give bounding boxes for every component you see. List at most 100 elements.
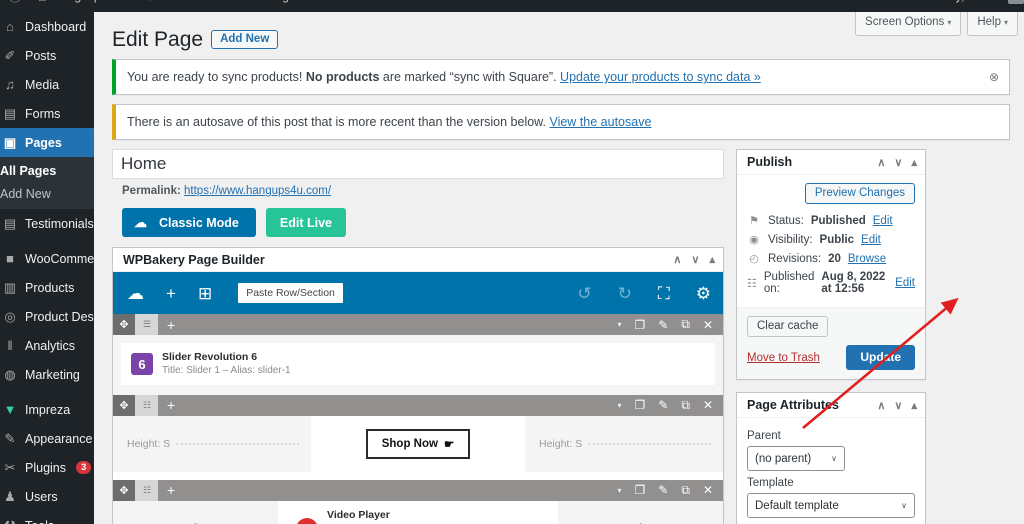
column-left[interactable]: + bbox=[113, 500, 278, 524]
sidebar-item-products[interactable]: ▥ Products bbox=[0, 273, 94, 302]
sidebar-item-analytics[interactable]: ‖ Analytics bbox=[0, 331, 94, 360]
drag-handle-icon[interactable]: ✥ bbox=[113, 479, 135, 501]
add-template-icon[interactable]: ⊞ bbox=[198, 285, 212, 302]
row-dropdown-icon[interactable]: ▾ bbox=[618, 486, 622, 495]
column-left[interactable]: Height: S bbox=[113, 415, 311, 472]
admin-bar-new[interactable]: + New bbox=[174, 0, 228, 12]
template-select[interactable]: Default template ∨ bbox=[747, 493, 915, 519]
element-video-player[interactable]: ▶ Video Player Video link: https://www.y… bbox=[286, 501, 550, 524]
edit-pencil-icon[interactable]: ✎ bbox=[658, 398, 668, 412]
admin-bar-site-name[interactable]: ⌂ Hang Ups 4 U bbox=[30, 0, 138, 12]
sidebar-item-woocommerce[interactable]: ■ WooCommerce bbox=[0, 244, 94, 273]
column-middle[interactable]: ▶ Video Player Video link: https://www.y… bbox=[286, 500, 550, 524]
move-to-trash-link[interactable]: Move to Trash bbox=[747, 352, 820, 364]
add-new-button[interactable]: Add New bbox=[211, 30, 279, 50]
publish-row-action[interactable]: Edit bbox=[895, 277, 915, 289]
copy-icon[interactable]: ❐ bbox=[635, 483, 646, 497]
post-title-input[interactable] bbox=[112, 149, 724, 180]
move-up-icon[interactable]: ∧ bbox=[877, 156, 885, 169]
drag-handle-icon[interactable]: ✥ bbox=[113, 394, 135, 416]
move-down-icon[interactable]: ∨ bbox=[894, 399, 902, 412]
add-element-icon[interactable]: + bbox=[558, 516, 723, 524]
notice-link-view-autosave[interactable]: View the autosave bbox=[549, 115, 651, 129]
sidebar-item-marketing[interactable]: ◍ Marketing bbox=[0, 360, 94, 389]
sidebar-item-appearance[interactable]: ✎ Appearance bbox=[0, 424, 94, 453]
add-element-icon[interactable]: + bbox=[166, 285, 176, 302]
redo-icon[interactable]: ↻ bbox=[618, 285, 632, 302]
clear-cache-button[interactable]: Clear cache bbox=[747, 316, 829, 338]
column-layout-icon[interactable]: ☷ bbox=[135, 394, 158, 416]
admin-bar-account[interactable]: Howdy, admin bbox=[924, 0, 1024, 4]
delete-icon[interactable]: ✕ bbox=[703, 398, 713, 412]
admin-bar-wp-rocket[interactable]: WP Rocket bbox=[304, 0, 382, 12]
column-layout-icon[interactable]: ☷ bbox=[135, 479, 158, 501]
sidebar-item-pages[interactable]: ▣ Pages bbox=[0, 128, 94, 157]
sidebar-item-dashboard[interactable]: ⌂ Dashboard bbox=[0, 12, 94, 41]
sidebar-item-media[interactable]: ♫ Media bbox=[0, 70, 94, 99]
move-up-icon[interactable]: ∧ bbox=[673, 253, 681, 266]
sidebar-subitem-add-new[interactable]: Add New bbox=[0, 182, 94, 205]
toggle-panel-icon[interactable]: ▴ bbox=[709, 253, 715, 266]
publish-row-action[interactable]: Edit bbox=[861, 234, 881, 246]
sidebar-item-forms[interactable]: ▤ Forms bbox=[0, 99, 94, 128]
column-right[interactable]: + bbox=[558, 500, 723, 524]
permalink-link[interactable]: https://www.hangups4u.com/ bbox=[184, 185, 331, 197]
copy-icon[interactable]: ❐ bbox=[635, 318, 646, 332]
row-actions: ▾ ❐ ✎ ⧉ ✕ bbox=[618, 398, 723, 413]
publish-row-action[interactable]: Edit bbox=[873, 215, 893, 227]
classic-mode-button[interactable]: ☁ Classic Mode bbox=[122, 208, 256, 238]
clone-icon[interactable]: ⧉ bbox=[681, 398, 690, 413]
sidebar-item-users[interactable]: ♟ Users bbox=[0, 482, 94, 511]
edit-live-button[interactable]: Edit Live bbox=[265, 208, 346, 238]
add-element-icon[interactable]: + bbox=[158, 397, 184, 413]
publish-row-label: Published on: bbox=[763, 271, 815, 296]
admin-bar-view-page[interactable]: View Page bbox=[228, 0, 304, 12]
publish-row-action[interactable]: Browse bbox=[848, 253, 886, 265]
parent-select[interactable]: (no parent) ∨ bbox=[747, 446, 845, 472]
sidebar-item-posts[interactable]: ✐ Posts bbox=[0, 41, 94, 70]
add-element-icon[interactable]: + bbox=[158, 482, 184, 498]
move-down-icon[interactable]: ∨ bbox=[691, 253, 699, 266]
cloud-templates-icon[interactable]: ☁ bbox=[127, 285, 144, 302]
admin-bar-comments[interactable]: ◌ 5 bbox=[138, 0, 174, 12]
clone-icon[interactable]: ⧉ bbox=[681, 483, 690, 498]
row-dropdown-icon[interactable]: ▾ bbox=[618, 320, 622, 329]
clone-icon[interactable]: ⧉ bbox=[681, 317, 690, 332]
toggle-panel-icon[interactable]: ▴ bbox=[911, 399, 917, 412]
move-down-icon[interactable]: ∨ bbox=[894, 156, 902, 169]
help-button[interactable]: Help ▾ bbox=[967, 12, 1018, 36]
column-right[interactable]: Height: S bbox=[525, 415, 723, 472]
sidebar-item-testimonials[interactable]: ▤ Testimonials bbox=[0, 209, 94, 238]
delete-icon[interactable]: ✕ bbox=[703, 318, 713, 332]
sidebar-item-product-designer[interactable]: ◎ Product Designer bbox=[0, 302, 94, 331]
admin-bar-wordpress-logo[interactable]: ⓦ bbox=[0, 0, 30, 12]
screen-options-button[interactable]: Screen Options ▾ bbox=[855, 12, 962, 36]
copy-icon[interactable]: ❐ bbox=[635, 398, 646, 412]
sidebar-item-plugins[interactable]: ✂ Plugins 3 bbox=[0, 453, 94, 482]
undo-icon[interactable]: ↺ bbox=[577, 285, 591, 302]
sidebar-item-impreza[interactable]: ▼ Impreza bbox=[0, 395, 94, 424]
add-element-icon[interactable]: + bbox=[113, 516, 278, 524]
update-button[interactable]: Update bbox=[846, 345, 915, 371]
column-middle[interactable]: Shop Now ☛ bbox=[319, 415, 517, 472]
toggle-panel-icon[interactable]: ▴ bbox=[911, 156, 917, 169]
column-layout-icon[interactable]: ☰ bbox=[135, 314, 158, 336]
drag-handle-icon[interactable]: ✥ bbox=[113, 314, 135, 336]
sidebar-item-tools[interactable]: ⚒ Tools bbox=[0, 511, 94, 524]
impreza-icon: ▼ bbox=[3, 402, 17, 417]
add-element-icon[interactable]: + bbox=[158, 317, 184, 333]
notice-link-sync-products[interactable]: Update your products to sync data » bbox=[560, 70, 761, 84]
delete-icon[interactable]: ✕ bbox=[703, 483, 713, 497]
settings-gear-icon[interactable]: ⚙ bbox=[696, 285, 711, 302]
edit-pencil-icon[interactable]: ✎ bbox=[658, 318, 668, 332]
preview-changes-button[interactable]: Preview Changes bbox=[804, 183, 915, 205]
element-slider-revolution[interactable]: 6 Slider Revolution 6 Title: Slider 1 – … bbox=[121, 343, 715, 385]
paste-row-section-chip[interactable]: Paste Row/Section bbox=[238, 283, 343, 304]
fullscreen-icon[interactable]: ⛶ bbox=[658, 285, 670, 302]
close-circle-icon[interactable]: ⊗ bbox=[985, 68, 1003, 86]
shop-now-button[interactable]: Shop Now ☛ bbox=[365, 428, 471, 459]
edit-pencil-icon[interactable]: ✎ bbox=[658, 483, 668, 497]
sidebar-subitem-all-pages[interactable]: All Pages bbox=[0, 159, 94, 182]
row-dropdown-icon[interactable]: ▾ bbox=[618, 401, 622, 410]
move-up-icon[interactable]: ∧ bbox=[877, 399, 885, 412]
